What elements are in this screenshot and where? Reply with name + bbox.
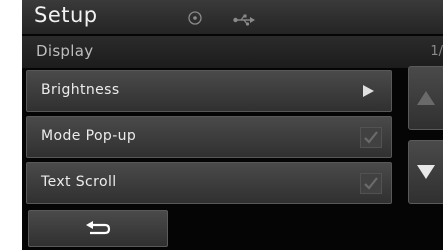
menu-item-brightness[interactable]: Brightness <box>26 70 392 112</box>
text-scroll-checkbox[interactable] <box>360 173 382 194</box>
scroll-down-button[interactable] <box>408 140 443 204</box>
arrow-right-icon <box>363 85 374 97</box>
menu-item-label: Text Scroll <box>41 174 117 190</box>
sub-header: Display 1/ <box>22 36 443 68</box>
menu-item-text-scroll[interactable]: Text Scroll <box>26 162 392 204</box>
page-title: Setup <box>34 3 98 27</box>
page-indicator: 1/ <box>430 44 443 59</box>
mode-popup-checkbox[interactable] <box>360 127 382 148</box>
scroll-up-button[interactable] <box>408 66 443 130</box>
menu-item-mode-popup[interactable]: Mode Pop-up <box>26 116 392 158</box>
scroll-up-icon <box>417 91 435 105</box>
back-button[interactable] <box>28 210 168 247</box>
section-title: Display <box>36 42 94 60</box>
back-arrow-icon <box>85 220 113 242</box>
disc-icon <box>188 10 202 29</box>
usb-icon <box>233 11 255 30</box>
menu-item-label: Mode Pop-up <box>41 128 137 144</box>
status-bar: Setup <box>22 0 443 34</box>
scroll-down-icon <box>417 165 435 179</box>
menu-item-label: Brightness <box>41 82 120 98</box>
setup-screen: Setup Display 1/ Brightness Mode Pop-up … <box>22 0 443 250</box>
